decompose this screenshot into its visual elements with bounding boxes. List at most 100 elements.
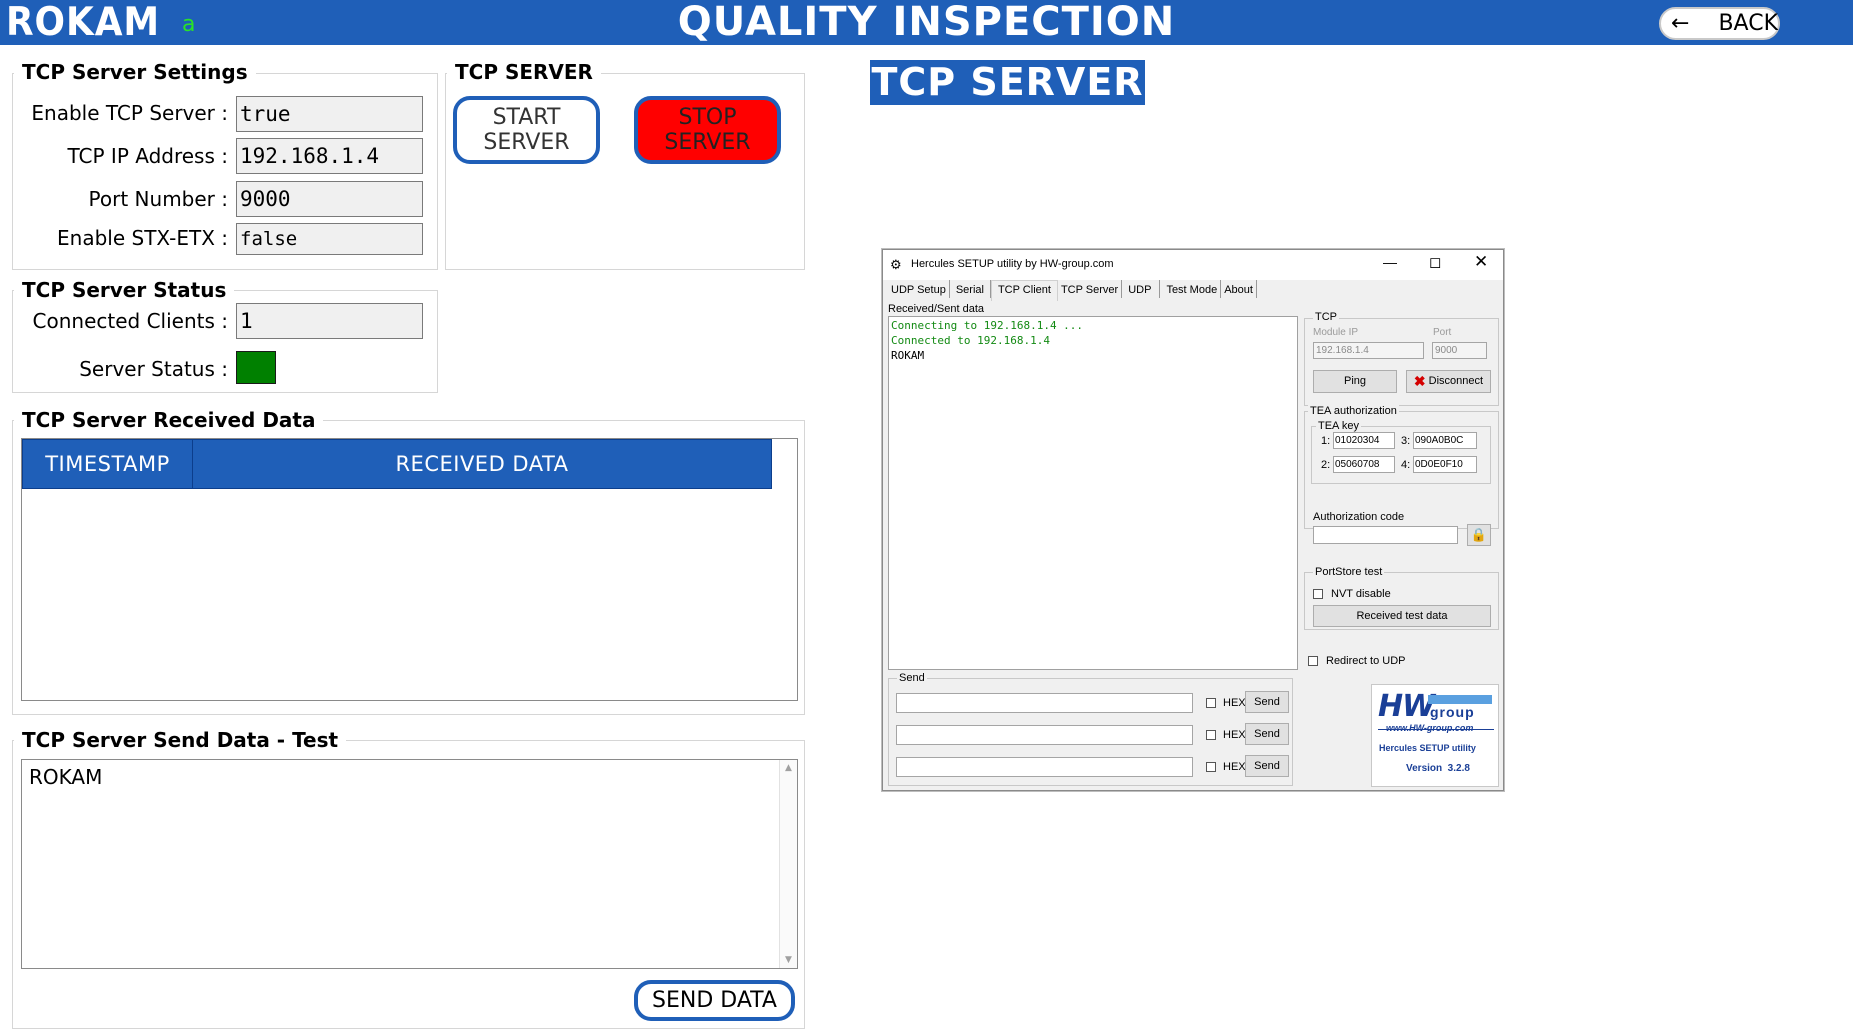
back-button[interactable]: ← BACK xyxy=(1659,7,1780,40)
logo-bar xyxy=(1428,695,1492,704)
tab-udp[interactable]: UDP xyxy=(1122,280,1161,298)
tab-tcp-server[interactable]: TCP Server xyxy=(1058,280,1123,298)
logo-hw: HW xyxy=(1378,689,1435,724)
nvt-disable-checkbox[interactable] xyxy=(1313,589,1323,599)
tea-key-index: 2: xyxy=(1321,459,1331,471)
hex-label: HEX xyxy=(1223,697,1246,709)
send-button-2[interactable]: Send xyxy=(1245,723,1289,745)
send-textarea[interactable]: ROKAM ▲ ▼ xyxy=(21,759,798,969)
disconnect-button[interactable]: ✖ Disconnect xyxy=(1406,370,1491,393)
column-header-received-data[interactable]: RECEIVED DATA xyxy=(193,440,771,488)
enable-tcp-label: Enable TCP Server : xyxy=(31,101,228,125)
send-data-button[interactable]: SEND DATA xyxy=(634,980,795,1021)
stx-etx-label: Enable STX-ETX : xyxy=(57,226,228,250)
logo-url: www.HW-group.com xyxy=(1386,723,1474,733)
send-text: ROKAM xyxy=(29,765,103,789)
send-button-3[interactable]: Send xyxy=(1245,755,1289,777)
tcp-ip-label: TCP IP Address : xyxy=(67,144,229,168)
hw-group-logo: HW group www.HW-group.com Hercules SETUP… xyxy=(1371,684,1499,787)
log-line: Connecting to 192.168.1.4 ... xyxy=(891,319,1084,332)
settings-title: TCP Server Settings xyxy=(14,60,256,84)
server-status-indicator xyxy=(236,351,276,384)
hex-checkbox[interactable] xyxy=(1206,730,1216,740)
connected-clients-field: 1 xyxy=(236,303,423,339)
maximize-icon[interactable]: ◻ xyxy=(1429,253,1441,271)
hex-checkbox[interactable] xyxy=(1206,698,1216,708)
server-control-title: TCP SERVER xyxy=(447,60,601,84)
received-test-data-button[interactable]: Received test data xyxy=(1313,605,1491,627)
tea-key-3-input[interactable]: 090A0B0C xyxy=(1413,432,1477,449)
tab-udp-setup[interactable]: UDP Setup xyxy=(888,280,950,298)
lock-icon[interactable]: 🔒 xyxy=(1467,524,1491,546)
tcp-server-heading: TCP SERVER xyxy=(870,60,1145,105)
redirect-udp-checkbox[interactable] xyxy=(1308,656,1318,666)
tea-key-1-input[interactable]: 01020304 xyxy=(1333,432,1395,449)
start-server-label: START SERVER xyxy=(483,105,570,155)
tea-key-index: 3: xyxy=(1401,435,1411,447)
tea-key-label: TEA key xyxy=(1316,420,1361,432)
send-title: TCP Server Send Data - Test xyxy=(14,728,347,752)
module-ip-input[interactable]: 192.168.1.4 xyxy=(1313,342,1424,359)
tea-key-2-input[interactable]: 05060708 xyxy=(1333,456,1395,473)
portstore-label: PortStore test xyxy=(1313,566,1385,578)
hercules-app-icon: ⚙ xyxy=(890,257,902,272)
hercules-title: Hercules SETUP utility by HW-group.com xyxy=(911,258,1114,270)
hercules-titlebar: ⚙ Hercules SETUP utility by HW-group.com… xyxy=(883,250,1503,280)
stop-server-button[interactable]: STOP SERVER xyxy=(634,96,781,164)
arrow-left-icon: ← xyxy=(1671,11,1690,36)
scroll-down-icon[interactable]: ▼ xyxy=(780,955,797,965)
send-input-2[interactable] xyxy=(896,725,1193,745)
send-data-label: SEND DATA xyxy=(652,988,777,1013)
tab-serial[interactable]: Serial xyxy=(950,280,991,298)
column-header-timestamp[interactable]: TIMESTAMP xyxy=(23,440,193,488)
nvt-disable-label: NVT disable xyxy=(1331,588,1391,600)
connected-clients-label: Connected Clients : xyxy=(32,309,228,333)
hex-checkbox[interactable] xyxy=(1206,762,1216,772)
port-number-field[interactable]: 9000 xyxy=(236,181,423,217)
received-table-header: TIMESTAMP RECEIVED DATA xyxy=(22,439,772,489)
stx-etx-field[interactable]: false xyxy=(236,223,423,255)
hercules-window: ⚙ Hercules SETUP utility by HW-group.com… xyxy=(882,249,1504,791)
start-server-button[interactable]: START SERVER xyxy=(453,96,600,164)
tea-key-index: 1: xyxy=(1321,435,1331,447)
send-scrollbar[interactable]: ▲ ▼ xyxy=(779,760,797,968)
module-ip-label: Module IP xyxy=(1313,327,1359,338)
tea-key-index: 4: xyxy=(1401,459,1411,471)
redirect-udp-label: Redirect to UDP xyxy=(1326,655,1406,667)
hex-label: HEX xyxy=(1223,729,1246,741)
tea-key-4-input[interactable]: 0D0E0F10 xyxy=(1413,456,1477,473)
enable-tcp-field[interactable]: true xyxy=(236,96,423,132)
port-input[interactable]: 9000 xyxy=(1432,342,1487,359)
send-panel-label: Send xyxy=(897,672,927,684)
authorization-code-label: Authorization code xyxy=(1313,511,1405,523)
tea-label: TEA authorization xyxy=(1308,405,1399,417)
logo-version: Version 3.2.8 xyxy=(1406,763,1470,774)
received-sent-log[interactable]: Connecting to 192.168.1.4 ... Connected … xyxy=(888,316,1298,670)
tab-tcp-client[interactable]: TCP Client xyxy=(990,280,1058,301)
logo-product: Hercules SETUP utility xyxy=(1379,743,1476,753)
log-line: Connected to 192.168.1.4 xyxy=(891,334,1050,347)
tab-about[interactable]: About xyxy=(1221,280,1257,298)
send-input-3[interactable] xyxy=(896,757,1193,777)
stop-server-label: STOP SERVER xyxy=(664,105,751,155)
authorization-code-input[interactable] xyxy=(1313,526,1458,544)
log-line: ROKAM xyxy=(891,349,925,362)
tcp-ip-field[interactable]: 192.168.1.4 xyxy=(236,138,423,174)
send-input-1[interactable] xyxy=(896,693,1193,713)
hex-label: HEX xyxy=(1223,761,1246,773)
minimize-icon[interactable]: — xyxy=(1383,254,1397,270)
port-label: Port xyxy=(1433,327,1452,338)
back-button-label: BACK xyxy=(1718,11,1778,36)
server-status-label: Server Status : xyxy=(79,357,228,381)
tab-test-mode[interactable]: Test Mode xyxy=(1160,280,1222,298)
status-title: TCP Server Status xyxy=(14,278,235,302)
ping-button[interactable]: Ping xyxy=(1313,370,1397,393)
page-title: QUALITY INSPECTION xyxy=(677,0,1176,45)
disconnect-icon: ✖ xyxy=(1413,373,1426,389)
send-button-1[interactable]: Send xyxy=(1245,691,1289,713)
received-title: TCP Server Received Data xyxy=(14,408,324,432)
scroll-up-icon[interactable]: ▲ xyxy=(780,763,797,773)
tcp-group-label: TCP xyxy=(1313,311,1339,323)
received-sent-label: Received/Sent data xyxy=(888,303,985,315)
close-icon[interactable]: ✕ xyxy=(1474,252,1488,272)
